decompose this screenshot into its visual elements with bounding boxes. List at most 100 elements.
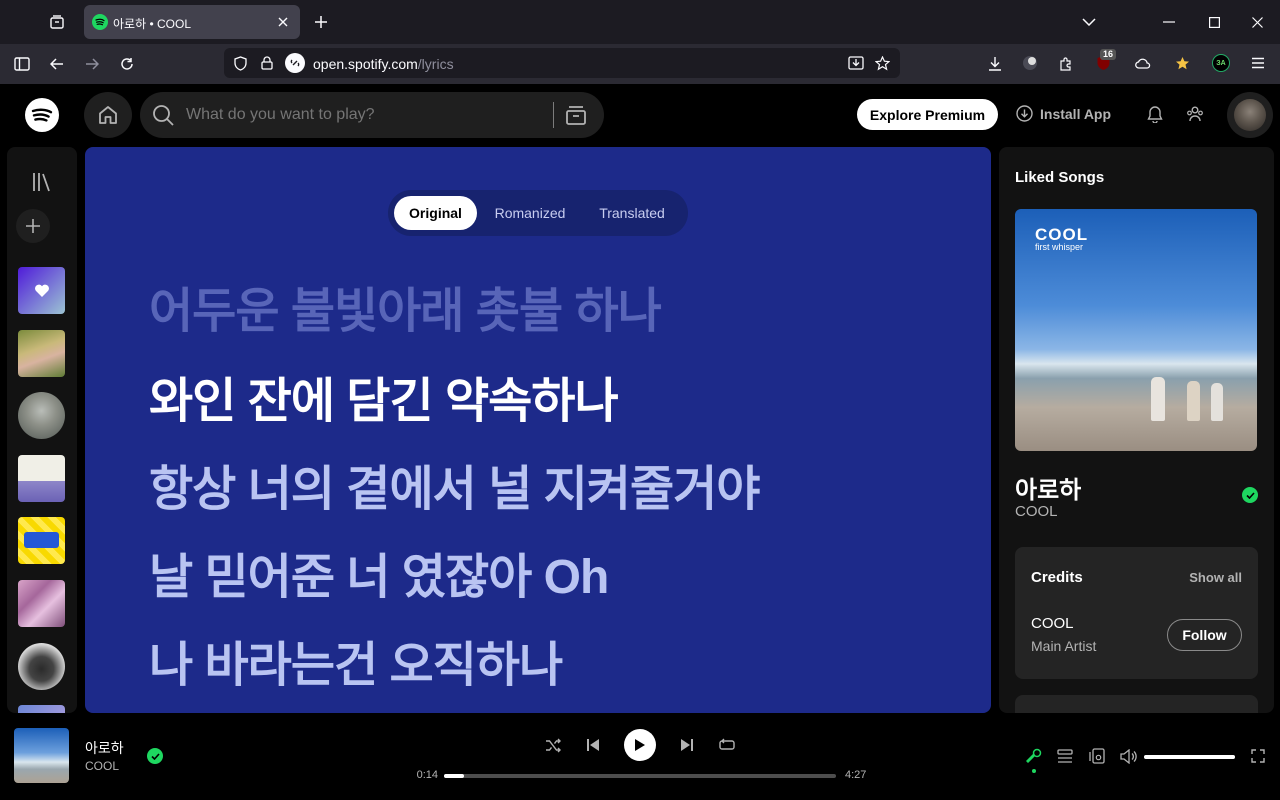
liked-check-icon[interactable] <box>147 748 163 764</box>
library-item-playlist[interactable] <box>18 580 65 627</box>
album-figure <box>1151 377 1165 421</box>
search-icon <box>152 104 174 126</box>
address-bar[interactable]: open.spotify.com/lyrics <box>224 48 900 78</box>
repeat-icon[interactable] <box>716 734 738 756</box>
fullscreen-icon[interactable] <box>1247 745 1269 767</box>
back-icon[interactable] <box>46 53 68 75</box>
downloads-icon[interactable] <box>984 52 1006 74</box>
library-item-artist[interactable] <box>18 392 65 439</box>
extension-label: ЗА <box>1212 54 1230 72</box>
friend-activity-icon[interactable] <box>1184 103 1206 125</box>
active-browser-tab[interactable]: 아로하 • COOL <box>84 5 300 39</box>
play-button[interactable] <box>624 729 656 761</box>
close-tab-icon[interactable] <box>274 13 292 31</box>
player-track-title[interactable]: 아로하 <box>85 738 124 758</box>
create-playlist-button[interactable] <box>16 209 50 243</box>
extensions-puzzle-icon[interactable] <box>1055 52 1077 74</box>
library-item-your-top-songs[interactable] <box>18 455 65 502</box>
lock-icon[interactable] <box>257 53 277 73</box>
maximize-window-icon[interactable] <box>1203 11 1225 33</box>
now-playing-title[interactable]: 아로하 <box>1015 470 1081 505</box>
new-tab-icon[interactable] <box>310 11 332 33</box>
album-subtitle: first whisper <box>1035 242 1084 252</box>
forward-icon <box>81 53 103 75</box>
playlist-cover-mark <box>24 532 59 548</box>
extension-badge-count: 16 <box>1100 49 1117 60</box>
browse-icon[interactable] <box>564 104 588 126</box>
lyric-line-upcoming[interactable]: 나 바라는건 오직하나 <box>149 625 563 695</box>
shuffle-icon[interactable] <box>542 734 564 756</box>
lyrics-panel: Original Romanized Translated 어두운 불빛아래 촛… <box>85 147 991 713</box>
search-bar[interactable] <box>140 92 604 138</box>
credits-card: Credits Show all COOL Main Artist Follow <box>1015 547 1258 679</box>
library-item-top-songs-2024[interactable] <box>18 517 65 564</box>
now-playing-artist[interactable]: COOL <box>1015 503 1058 520</box>
account-avatar-icon[interactable] <box>1019 52 1041 74</box>
connect-device-icon[interactable] <box>1086 745 1108 767</box>
profile-button[interactable] <box>1227 92 1273 138</box>
credits-title: Credits <box>1031 569 1083 586</box>
panel-title[interactable]: Liked Songs <box>1015 169 1104 186</box>
queue-icon[interactable] <box>1054 745 1076 767</box>
plus-icon <box>26 219 40 233</box>
library-item-artist-group[interactable] <box>18 643 65 690</box>
library-icon[interactable] <box>29 169 55 195</box>
url-host: open.spotify.com <box>313 56 418 72</box>
app-menu-icon[interactable] <box>1247 52 1269 74</box>
tab-list-icon[interactable] <box>46 11 68 33</box>
volume-slider[interactable] <box>1144 755 1235 759</box>
language-extension-icon[interactable]: ЗА <box>1210 52 1232 74</box>
next-track-icon[interactable] <box>676 734 698 756</box>
volume-fill <box>1144 755 1235 759</box>
library-item-album[interactable] <box>18 330 65 377</box>
url-text[interactable]: open.spotify.com/lyrics <box>313 56 454 72</box>
album-figure <box>1211 383 1223 421</box>
cloud-sync-icon[interactable] <box>1132 52 1154 74</box>
sidebar-toggle-icon[interactable] <box>11 53 33 75</box>
site-permissions-icon[interactable] <box>285 53 305 73</box>
search-input[interactable] <box>186 104 546 126</box>
tab-romanized[interactable]: Romanized <box>484 196 576 230</box>
player-cover-art[interactable] <box>14 728 69 783</box>
now-playing-panel: Liked Songs COOL first whisper 아로하 COOL … <box>999 147 1274 713</box>
library-item-partial[interactable] <box>18 705 65 713</box>
album-cover[interactable]: COOL first whisper <box>1015 209 1257 451</box>
tab-translated[interactable]: Translated <box>584 196 680 230</box>
list-all-tabs-icon[interactable] <box>1078 11 1100 33</box>
home-button[interactable] <box>84 92 132 138</box>
elapsed-time: 0:14 <box>416 769 438 781</box>
credit-name[interactable]: COOL <box>1031 615 1074 632</box>
close-window-icon[interactable] <box>1246 11 1268 33</box>
install-app-label: Install App <box>1040 105 1112 122</box>
volume-icon[interactable] <box>1117 745 1139 767</box>
favorite-star-extension-icon[interactable] <box>1171 52 1193 74</box>
spotify-logo-icon[interactable] <box>25 98 59 132</box>
lyric-line-current[interactable]: 와인 잔에 담긴 약속하나 <box>149 361 619 431</box>
saved-check-icon[interactable] <box>1242 487 1258 503</box>
tab-title: 아로하 • COOL <box>113 17 191 31</box>
credit-role: Main Artist <box>1031 638 1097 654</box>
avatar <box>1234 99 1266 131</box>
install-page-icon[interactable] <box>846 53 866 73</box>
lyrics-mic-icon[interactable] <box>1023 745 1045 767</box>
show-all-link[interactable]: Show all <box>1189 570 1242 585</box>
previous-track-icon[interactable] <box>582 734 604 756</box>
install-app-button[interactable]: Install App <box>1016 105 1111 122</box>
follow-button[interactable]: Follow <box>1167 619 1242 651</box>
progress-fill <box>444 774 465 778</box>
liked-songs-playlist[interactable] <box>18 267 65 314</box>
notifications-bell-icon[interactable] <box>1144 103 1166 125</box>
minimize-window-icon[interactable] <box>1158 11 1180 33</box>
player-track-artist[interactable]: COOL <box>85 759 119 773</box>
lyric-line-upcoming[interactable]: 항상 너의 곁에서 널 지켜줄거야 <box>149 449 760 519</box>
lyric-line-past[interactable]: 어두운 불빛아래 촛불 하나 <box>149 271 662 341</box>
explore-premium-button[interactable]: Explore Premium <box>857 99 998 130</box>
bookmark-star-icon[interactable] <box>872 53 892 73</box>
heart-icon <box>34 284 49 297</box>
lyric-line-upcoming[interactable]: 날 믿어준 너 였잖아 Oh <box>149 537 609 607</box>
spotify-favicon-icon <box>92 14 108 30</box>
progress-bar[interactable] <box>444 774 836 778</box>
tracking-protection-shield-icon[interactable] <box>230 53 250 73</box>
reload-icon[interactable] <box>116 53 138 75</box>
tab-original[interactable]: Original <box>394 196 477 230</box>
